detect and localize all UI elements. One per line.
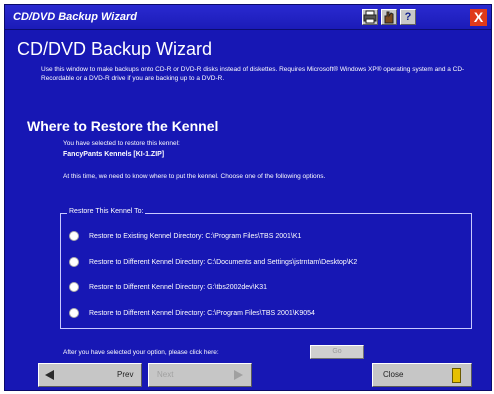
radio-button[interactable] <box>69 282 79 292</box>
printer-icon[interactable] <box>362 9 378 25</box>
group-label: Restore This Kennel To: <box>67 208 146 215</box>
option-label: Restore to Different Kennel Directory: G… <box>89 283 268 291</box>
option-label: Restore to Existing Kennel Directory: C:… <box>89 232 302 240</box>
after-selection-text: After you have selected your option, ple… <box>63 349 219 356</box>
prev-button[interactable]: Prev <box>38 363 142 387</box>
arrow-left-icon <box>45 370 54 380</box>
instruction-text: At this time, we need to know where to p… <box>63 173 326 180</box>
go-button[interactable]: Go <box>310 345 364 359</box>
prev-label: Prev <box>117 370 134 379</box>
next-button[interactable]: Next <box>148 363 252 387</box>
intro-text: Use this window to make backups onto CD-… <box>41 66 465 82</box>
hand-icon-svg <box>384 11 394 24</box>
option-label: Restore to Different Kennel Directory: C… <box>89 258 358 266</box>
help-button[interactable]: ? <box>400 9 416 25</box>
close-x-label: X <box>473 9 484 25</box>
window-close-button[interactable]: X <box>470 9 487 26</box>
option-label: Restore to Different Kennel Directory: C… <box>89 309 315 317</box>
selected-kennel-line: You have selected to restore this kennel… <box>63 140 180 147</box>
kennel-name: FancyPants Kennels [KI-1.ZIP] <box>63 151 165 158</box>
restore-option-3[interactable]: Restore to Different Kennel Directory: G… <box>69 281 267 293</box>
restore-options-group: Restore This Kennel To: Restore to Exist… <box>60 208 472 329</box>
restore-option-1[interactable]: Restore to Existing Kennel Directory: C:… <box>69 230 301 242</box>
wizard-window: CD/DVD Backup Wizard ? X CD/DVD Backup W… <box>4 4 492 391</box>
hand-icon[interactable] <box>381 9 397 25</box>
radio-button[interactable] <box>69 231 79 241</box>
title-bar: CD/DVD Backup Wizard ? X <box>5 5 491 30</box>
close-wizard-button[interactable]: Close <box>372 363 472 387</box>
next-label: Next <box>157 370 174 379</box>
door-icon <box>452 368 461 383</box>
wizard-heading: CD/DVD Backup Wizard <box>17 39 213 59</box>
arrow-right-icon <box>234 370 243 380</box>
printer-icon-svg <box>363 10 377 24</box>
restore-option-2[interactable]: Restore to Different Kennel Directory: C… <box>69 256 357 268</box>
restore-option-4[interactable]: Restore to Different Kennel Directory: C… <box>69 307 315 319</box>
window-title: CD/DVD Backup Wizard <box>13 11 137 23</box>
help-label: ? <box>404 11 412 23</box>
close-label: Close <box>383 370 404 379</box>
radio-button[interactable] <box>69 308 79 318</box>
radio-button[interactable] <box>69 257 79 267</box>
section-title: Where to Restore the Kennel <box>27 118 219 134</box>
